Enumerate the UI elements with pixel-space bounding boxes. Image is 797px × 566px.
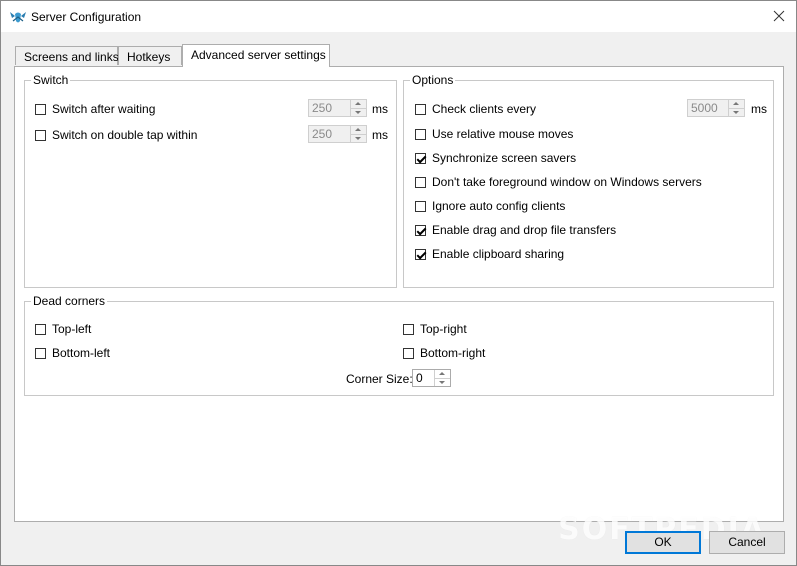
corner-size-label: Corner Size: [346,372,413,386]
check-clients-spinbox[interactable]: 5000 [687,99,745,117]
tab-label: Hotkeys [127,50,171,64]
corner-size-spinbox[interactable]: 0 [412,369,451,387]
bottom-left-checkbox[interactable]: Bottom-left [35,345,110,361]
clipboard-sharing-checkbox[interactable]: Enable clipboard sharing [415,246,564,262]
options-group: Options Check clients every 5000 ms Use … [403,73,774,288]
synchronize-screen-savers-checkbox[interactable]: Synchronize screen savers [415,150,576,166]
check-clients-checkbox[interactable]: Check clients every [415,101,536,117]
spin-buttons [434,370,450,386]
advanced-settings-panel: Switch Switch after waiting 250 ms Switc… [14,66,784,522]
checkbox-label: Use relative mouse moves [432,127,574,141]
unit-label: ms [372,102,388,116]
checkbox-label: Top-right [420,322,467,336]
checkbox-box[interactable] [415,128,426,140]
checkbox-label: Synchronize screen savers [432,151,577,165]
checkbox-label: Don't take foreground window on Windows … [432,175,702,189]
checkbox-label: Switch on double tap within [52,128,198,142]
switch-double-tap-checkbox[interactable]: Switch on double tap within [35,127,197,143]
spinbox-value: 250 [312,127,333,141]
checkbox-box[interactable] [35,129,46,141]
foreground-window-checkbox[interactable]: Don't take foreground window on Windows … [415,174,702,190]
top-left-checkbox[interactable]: Top-left [35,321,91,337]
spin-buttons [350,126,366,142]
tab-hotkeys[interactable]: Hotkeys [118,46,182,65]
spin-down-arrow-icon[interactable] [729,109,744,117]
checkbox-box[interactable] [415,200,426,212]
app-logo-icon [9,9,27,25]
checkbox-box[interactable] [415,224,426,236]
tab-advanced-server-settings[interactable]: Advanced server settings [182,44,330,67]
checkbox-box[interactable] [403,323,414,335]
drag-and-drop-checkbox[interactable]: Enable drag and drop file transfers [415,222,616,238]
unit-label: ms [372,128,388,142]
spin-up-arrow-icon[interactable] [729,100,744,109]
switch-after-waiting-checkbox[interactable]: Switch after waiting [35,101,155,117]
tab-label: Advanced server settings [191,48,326,62]
switch-wait-spinbox[interactable]: 250 [308,99,367,117]
checkbox-box[interactable] [415,103,426,115]
checkbox-box[interactable] [415,176,426,188]
checkbox-box[interactable] [35,323,46,335]
server-configuration-window: Server Configuration Screens and links H… [0,0,797,566]
bottom-right-checkbox[interactable]: Bottom-right [403,345,485,361]
spin-up-arrow-icon[interactable] [351,126,366,135]
spinbox-value: 250 [312,101,333,115]
relative-mouse-moves-checkbox[interactable]: Use relative mouse moves [415,126,573,142]
checkbox-box[interactable] [403,347,414,359]
checkbox-box[interactable] [35,347,46,359]
ok-button[interactable]: OK [625,531,701,554]
spin-down-arrow-icon[interactable] [351,135,366,143]
tab-screens-and-links[interactable]: Screens and links [15,46,119,65]
spin-up-arrow-icon[interactable] [351,100,366,109]
checkbox-label: Bottom-left [52,346,111,360]
checkbox-box[interactable] [35,103,46,115]
cancel-button[interactable]: Cancel [709,531,785,554]
spin-up-arrow-icon[interactable] [435,370,450,379]
checkbox-label: Enable drag and drop file transfers [432,223,617,237]
tab-label: Screens and links [24,50,119,64]
checkbox-label: Top-left [52,322,92,336]
close-icon[interactable] [770,7,788,25]
top-right-checkbox[interactable]: Top-right [403,321,467,337]
checkbox-label: Check clients every [432,102,537,116]
spinbox-value: 0 [416,371,423,385]
spin-down-arrow-icon[interactable] [351,109,366,117]
spin-down-arrow-icon[interactable] [435,379,450,387]
switch-group: Switch Switch after waiting 250 ms Switc… [24,73,397,288]
checkbox-box[interactable] [415,152,426,164]
checkbox-label: Enable clipboard sharing [432,247,565,261]
title-bar: Server Configuration [1,1,796,32]
switch-group-title: Switch [31,73,71,87]
dead-corners-group: Dead corners Top-left Top-right Bottom-l… [24,294,774,396]
spinbox-value: 5000 [691,101,718,115]
checkbox-label: Switch after waiting [52,102,156,116]
dead-corners-title: Dead corners [31,294,108,308]
options-group-title: Options [410,73,456,87]
unit-label: ms [751,102,767,116]
spin-buttons [350,100,366,116]
checkbox-label: Ignore auto config clients [432,199,566,213]
window-title: Server Configuration [31,10,142,24]
checkbox-label: Bottom-right [420,346,486,360]
double-tap-spinbox[interactable]: 250 [308,125,367,143]
ignore-auto-config-checkbox[interactable]: Ignore auto config clients [415,198,565,214]
spin-buttons [728,100,744,116]
checkbox-box[interactable] [415,248,426,260]
